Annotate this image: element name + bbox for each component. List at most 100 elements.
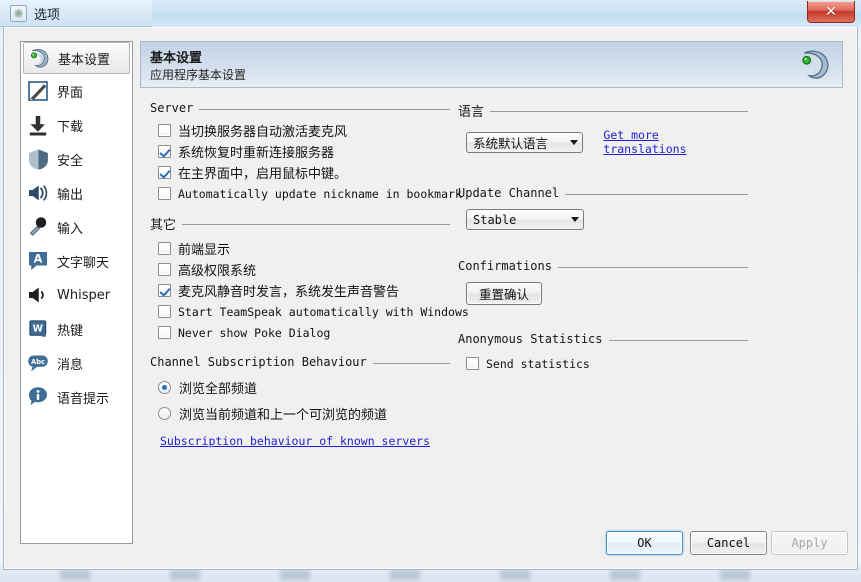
group-label: 语言 (458, 105, 485, 120)
right-settings-column: 语言 系统默认语言 Get more translations Update C… (458, 101, 748, 378)
checkbox-box[interactable] (158, 124, 171, 137)
checkbox-send-statistics[interactable]: Send statistics (466, 353, 748, 374)
group-rule (182, 224, 450, 225)
options-dialog: 选项 ✕ 基本设置 界面 下载 安全 输出 输入 A 文字聊天 Whisper … (0, 0, 861, 573)
checkbox-box[interactable] (158, 326, 171, 339)
checkbox-label: 系统恢复时重新连接服务器 (178, 146, 335, 161)
group-rule (608, 339, 748, 341)
sidebar-item-input[interactable]: 输入 (21, 210, 132, 244)
checkbox-auto-update-nickname-in-bookmark[interactable]: Automatically update nickname in bookmar… (158, 183, 462, 204)
link-subscription-behaviour-known-servers[interactable]: Subscription behaviour of known servers (160, 434, 430, 448)
dialog-footer: OK Cancel Apply (4, 531, 859, 561)
radio-box[interactable] (158, 407, 171, 420)
checkbox-reconnect-on-resume[interactable]: 系统恢复时重新连接服务器 (158, 141, 450, 162)
language-select[interactable]: 系统默认语言 (466, 131, 584, 153)
radio-subscribe-all-channels[interactable]: 浏览全部频道 (158, 376, 450, 399)
info-bubble-icon (25, 384, 51, 410)
sidebar-item-hotkeys[interactable]: W 热键 (21, 312, 132, 346)
radio-subscribe-current-and-previous[interactable]: 浏览当前频道和上一个可浏览的频道 (158, 402, 450, 425)
group-body-server: 当切换服务器自动激活麦克风 系统恢复时重新连接服务器 在主界面中，启用鼠标中键。 (150, 115, 462, 204)
sidebar-item-voice-notifications[interactable]: 语音提示 (21, 380, 132, 414)
teamspeak-logo-icon (26, 45, 52, 71)
settings-category-list[interactable]: 基本设置 界面 下载 安全 输出 输入 A 文字聊天 Whisper W 热键 … (20, 41, 133, 544)
checkbox-box[interactable] (158, 145, 171, 158)
group-label: Channel Subscription Behaviour (150, 355, 367, 369)
sidebar-item-basic-settings[interactable]: 基本设置 (23, 42, 130, 74)
sidebar-item-label: 语音提示 (57, 391, 110, 407)
group-title-server: Server (150, 101, 450, 115)
checkbox-label: 在主界面中，启用鼠标中键。 (178, 167, 348, 182)
sidebar-item-output[interactable]: 输出 (21, 176, 132, 210)
checkbox-enable-middle-mouse-button[interactable]: 在主界面中，启用鼠标中键。 (158, 162, 450, 183)
svg-text:W: W (32, 323, 42, 334)
update-channel-select[interactable]: Stable (466, 209, 584, 230)
sidebar-item-label: 输出 (57, 187, 84, 203)
group-server: Server 当切换服务器自动激活麦克风 系统恢复时重新连接服务器 在主界面中，… (150, 101, 462, 204)
group-title-channel-subscription: Channel Subscription Behaviour (150, 355, 450, 369)
checkbox-frontend-display[interactable]: 前端显示 (158, 238, 450, 259)
dialog-body: 基本设置 界面 下载 安全 输出 输入 A 文字聊天 Whisper W 热键 … (3, 27, 858, 570)
radio-label: 浏览当前频道和上一个可浏览的频道 (179, 408, 388, 423)
sidebar-item-label: 基本设置 (58, 52, 111, 68)
checkbox-label: Send statistics (486, 356, 590, 371)
checkbox-advanced-permission-system[interactable]: 高级权限系统 (158, 259, 450, 280)
cancel-button[interactable]: Cancel (690, 531, 767, 555)
sidebar-item-label: 下载 (57, 119, 84, 135)
sidebar-item-label: 文字聊天 (57, 255, 110, 271)
group-body-channel-subscription: 浏览全部频道 浏览当前频道和上一个可浏览的频道 Subscription beh… (150, 369, 450, 450)
teamspeak-logo-icon (796, 46, 834, 84)
sidebar-item-whisper[interactable]: Whisper (21, 278, 132, 312)
checkbox-label: Automatically update nickname in bookmar… (178, 186, 462, 201)
group-body-confirmations: 重置确认 (458, 273, 748, 305)
checkbox-label: 高级权限系统 (178, 264, 257, 279)
checkbox-sound-alert-when-muted[interactable]: 麦克风静音时发言，系统发生声音警告 (158, 280, 450, 301)
checkbox-auto-activate-mic-on-server-switch[interactable]: 当切换服务器自动激活麦克风 (158, 120, 450, 141)
checkbox-box[interactable] (158, 166, 171, 179)
chevron-down-icon (570, 139, 579, 145)
checkbox-label: Never show Poke Dialog (178, 325, 331, 340)
sidebar-item-download[interactable]: 下载 (21, 108, 132, 142)
checkbox-label: 麦克风静音时发言，系统发生声音警告 (178, 285, 400, 300)
group-rule (557, 266, 748, 268)
checkbox-box[interactable] (158, 263, 171, 276)
dialog-titlebar: 选项 ✕ (0, 0, 861, 27)
checkbox-start-with-windows[interactable]: Start TeamSpeak automatically with Windo… (158, 301, 469, 322)
checkbox-label: Start TeamSpeak automatically with Windo… (178, 304, 469, 319)
settings-content: 基本设置 应用程序基本设置 Server 当切换服务器自动激活麦克风 系统恢复时… (140, 41, 843, 544)
sidebar-item-interface[interactable]: 界面 (21, 74, 132, 108)
abc-bubble-icon: Abc (25, 350, 51, 376)
group-title-language: 语言 (458, 101, 748, 120)
radio-box[interactable] (158, 381, 171, 394)
checkbox-box[interactable] (158, 305, 171, 318)
svg-text:Abc: Abc (31, 358, 45, 366)
speaker-whisper-icon (25, 282, 51, 308)
chevron-down-icon (571, 217, 579, 222)
page-subtitle: 应用程序基本设置 (150, 68, 247, 82)
sidebar-item-messages[interactable]: Abc 消息 (21, 346, 132, 380)
checkbox-box[interactable] (158, 242, 171, 255)
checkbox-label: 前端显示 (178, 243, 231, 258)
group-rule (199, 108, 450, 110)
svg-text:A: A (34, 253, 43, 266)
checkbox-never-show-poke-dialog[interactable]: Never show Poke Dialog (158, 322, 450, 343)
close-icon[interactable]: ✕ (807, 1, 855, 23)
group-title-confirmations: Confirmations (458, 259, 748, 273)
group-rule (565, 193, 748, 195)
link-get-more-translations[interactable]: Get more translations (603, 128, 748, 156)
left-settings-column: Server 当切换服务器自动激活麦克风 系统恢复时重新连接服务器 在主界面中，… (150, 101, 469, 454)
sidebar-item-text-chat[interactable]: A 文字聊天 (21, 244, 132, 278)
sidebar-item-label: Whisper (57, 287, 111, 303)
group-rule (490, 111, 748, 112)
ok-button[interactable]: OK (606, 531, 683, 555)
checkbox-box[interactable] (158, 187, 171, 200)
page-header: 基本设置 应用程序基本设置 (140, 41, 843, 88)
checkbox-box[interactable] (158, 284, 171, 297)
sidebar-item-label: 安全 (57, 153, 84, 169)
dialog-title: 选项 (34, 8, 61, 23)
settings-panes: Server 当切换服务器自动激活麦克风 系统恢复时重新连接服务器 在主界面中，… (140, 101, 843, 521)
group-label: 其它 (150, 218, 177, 233)
group-channel-subscription: Channel Subscription Behaviour 浏览全部频道 浏览… (150, 355, 450, 450)
checkbox-box[interactable] (466, 357, 479, 370)
sidebar-item-security[interactable]: 安全 (21, 142, 132, 176)
reset-confirmations-button[interactable]: 重置确认 (466, 282, 543, 305)
